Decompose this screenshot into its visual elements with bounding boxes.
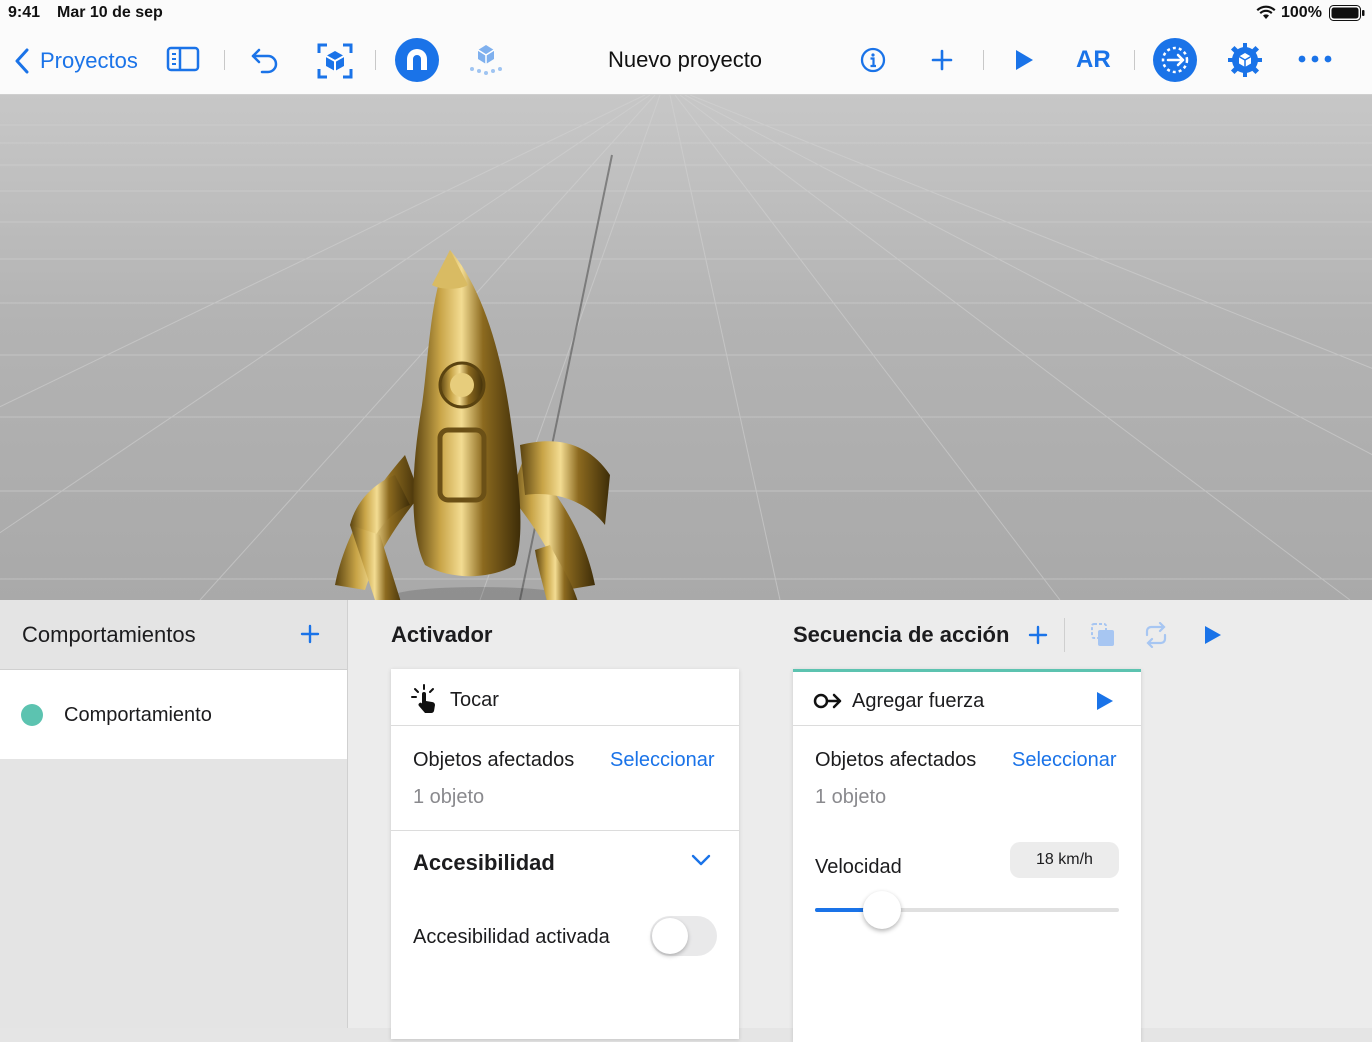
sidebar-toggle-button[interactable] [166,46,200,72]
toolbar-separator [224,50,225,70]
plus-icon [300,624,320,644]
toggle-knob [652,918,688,954]
info-icon [860,47,886,73]
status-time: 9:41 [8,4,41,21]
behavior-color-dot [21,704,43,726]
loop-button[interactable] [1143,621,1169,653]
snap-magnet-button[interactable] [395,38,439,82]
tap-gesture-icon [411,684,439,719]
play-icon [1205,626,1221,644]
battery-percent: 100% [1281,4,1322,21]
behaviors-icon [1153,38,1197,82]
wifi-icon [1256,5,1276,26]
behavior-editor: Activador Secuencia de acción Tocar Obje… [348,600,1372,1042]
play-icon [1097,692,1113,710]
play-icon [1016,50,1033,70]
info-button[interactable] [860,47,886,73]
action-title: Agregar fuerza [852,690,985,712]
chevron-left-icon [15,48,29,74]
plus-icon [931,49,953,71]
repeat-icon [1145,621,1167,649]
behaviors-header: Comportamientos [0,600,347,670]
velocity-label: Velocidad [815,856,902,878]
object-select-button[interactable] [316,42,354,80]
behaviors-title: Comportamientos [22,622,196,647]
magnet-icon [395,38,439,82]
ar-button[interactable]: AR [1076,46,1111,74]
add-object-button[interactable] [931,49,953,71]
settings-cube-icon [1228,43,1262,77]
cube-scan-icon [317,43,353,79]
top-bar: 9:41 Mar 10 de sep 100% Proyectos Nuevo … [0,0,1372,95]
divider [391,830,739,831]
back-label: Proyectos [40,48,138,73]
accessibility-expand-button[interactable] [691,853,711,872]
affected-objects-count: 1 objeto [815,786,887,808]
accessibility-title: Accesibilidad [413,850,555,875]
add-force-icon [813,690,843,717]
behaviors-button[interactable] [1153,38,1197,82]
rocket-model[interactable] [310,245,630,600]
toolbar-separator [375,50,376,70]
trigger-header: Activador [391,622,493,647]
play-button[interactable] [1014,49,1034,71]
play-action-button[interactable] [1096,691,1114,716]
chevron-down-icon [691,854,711,866]
anchor-plane-icon [470,45,502,75]
affected-objects-count: 1 objeto [413,786,485,808]
behaviors-panel: Comportamientos Comportamiento [0,600,348,1028]
play-sequence-button[interactable] [1204,625,1222,650]
header-separator [1064,618,1065,652]
copy-icon [1091,623,1114,646]
action-sequence-header: Secuencia de acción [793,622,1010,647]
velocity-value-field[interactable]: 18 km/h [1010,842,1119,878]
divider [391,725,739,726]
accessibility-toggle-label: Accesibilidad activada [413,926,610,948]
ground-grid [0,95,1372,600]
duplicate-action-button[interactable] [1090,622,1116,653]
project-title: Nuevo proyecto [607,47,763,72]
divider [793,725,1141,726]
ellipsis-icon [1298,55,1332,63]
scene-viewport[interactable] [0,95,1372,600]
toolbar-separator [983,50,984,70]
behavior-label: Comportamiento [64,704,212,726]
anchor-button[interactable] [468,43,504,77]
properties-button[interactable] [1227,42,1263,78]
select-objects-link[interactable]: Seleccionar [610,749,715,772]
affected-objects-label: Objetos afectados [815,749,977,771]
select-objects-link[interactable]: Seleccionar [1012,749,1117,772]
status-date: Mar 10 de sep [57,4,163,21]
back-button[interactable]: Proyectos [14,46,138,76]
undo-icon [251,48,278,74]
add-action-button[interactable] [1028,625,1048,650]
slider-thumb[interactable] [862,891,901,929]
trigger-title: Tocar [450,689,499,711]
trigger-card: Tocar Objetos afectados Seleccionar 1 ob… [391,669,739,1039]
add-behavior-button[interactable] [300,624,320,649]
more-button[interactable] [1297,52,1333,66]
accessibility-toggle[interactable] [650,916,717,956]
undo-button[interactable] [250,46,280,74]
plus-icon [1028,625,1048,645]
velocity-slider[interactable] [815,891,1119,929]
battery-icon [1329,5,1365,26]
behavior-list-item[interactable]: Comportamiento [0,670,347,759]
action-card: Agregar fuerza Objetos afectados Selecci… [793,669,1141,1042]
affected-objects-label: Objetos afectados [413,749,575,771]
toolbar-separator [1134,50,1135,70]
sidebar-icon [166,46,200,72]
